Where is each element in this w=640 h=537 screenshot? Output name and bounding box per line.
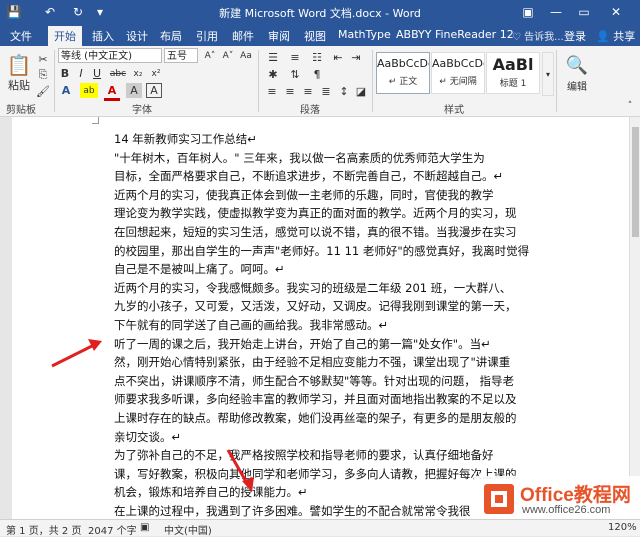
align-right-icon[interactable]: ≡: [300, 84, 316, 99]
paragraph-group-label: 段落: [300, 105, 320, 116]
title-bar: 💾 ↶ ↻ ▾ 新建 Microsoft Word 文档.docx - Word…: [0, 0, 640, 24]
group-divider: [372, 50, 373, 112]
tab-layout[interactable]: 布局: [160, 28, 182, 44]
copy-icon[interactable]: ⎘: [36, 68, 50, 82]
ribbon-home: 📋 粘贴 ✂ ⎘ 🖌 剪贴板 等线 (中文正文) 五号 A˄ A˅ Aa B I…: [0, 46, 640, 117]
bold-button[interactable]: B: [58, 66, 72, 81]
share-button[interactable]: 👤 共享: [596, 28, 635, 44]
tab-view[interactable]: 视图: [304, 28, 326, 44]
login-link[interactable]: 登录: [564, 28, 586, 44]
clipboard-group-label: 剪贴板: [6, 105, 36, 116]
tab-mailings[interactable]: 邮件: [232, 28, 254, 44]
char-shading-button[interactable]: A: [126, 83, 142, 98]
italic-button[interactable]: I: [74, 66, 88, 81]
style-name: ↵ 正文: [388, 77, 418, 87]
sort-icon[interactable]: ⇅: [286, 67, 304, 82]
subscript-button[interactable]: x₂: [130, 66, 146, 81]
editing-icon[interactable]: 🔍: [562, 52, 592, 78]
numbering-icon[interactable]: ≡: [286, 50, 304, 65]
watermark-url: www.office26.com: [522, 504, 611, 516]
styles-group-label: 样式: [444, 105, 464, 116]
arrow-icon: [226, 449, 254, 492]
vertical-scrollbar[interactable]: [629, 117, 640, 519]
ribbon-tabs: 文件 开始 插入 设计 布局 引用 邮件 审阅 视图 MathType ABBY…: [0, 24, 640, 46]
tab-home[interactable]: 开始: [48, 26, 82, 46]
tab-abbyy[interactable]: ABBYY FineReader 12: [396, 28, 514, 41]
style-name: 标题 1: [499, 79, 527, 89]
styles-more-icon[interactable]: ▾: [542, 52, 554, 96]
tab-insert[interactable]: 插入: [92, 28, 114, 44]
tab-review[interactable]: 审阅: [268, 28, 290, 44]
format-painter-icon[interactable]: 🖌: [36, 84, 50, 98]
tab-references[interactable]: 引用: [196, 28, 218, 44]
chinese-layout-icon[interactable]: ✱: [264, 67, 282, 82]
style-normal[interactable]: AaBbCcDd ↵ 正文: [376, 52, 430, 94]
align-center-icon[interactable]: ≡: [282, 84, 298, 99]
document-area: 14 年新教师实习工作总结↵ "十年树木，百年树人。" 三年来，我以做一名高素质的…: [0, 117, 629, 519]
justify-icon[interactable]: ≣: [318, 84, 334, 99]
grow-font-button[interactable]: A˄: [202, 48, 218, 63]
text-effects-button[interactable]: A: [58, 83, 74, 98]
watermark-logo: Office教程网 www.office26.com: [474, 476, 640, 524]
char-border-button[interactable]: A: [146, 83, 162, 98]
paste-icon[interactable]: 📋: [6, 52, 32, 78]
font-group-label: 字体: [132, 105, 152, 116]
tell-me-box[interactable]: ♡ 告诉我...: [512, 28, 564, 43]
office-logo-icon: [484, 484, 514, 514]
group-divider: [556, 50, 557, 112]
group-divider: [258, 50, 259, 112]
ribbon-display-icon[interactable]: ▣: [516, 0, 540, 24]
change-case-button[interactable]: Aa: [238, 48, 254, 63]
font-color-button[interactable]: A: [104, 83, 120, 101]
scrollbar-thumb[interactable]: [632, 127, 639, 237]
zoom-level[interactable]: 120%: [608, 522, 637, 533]
underline-button[interactable]: U: [90, 66, 104, 81]
shading-icon[interactable]: ◪: [354, 84, 368, 99]
group-divider: [54, 50, 55, 112]
bullets-icon[interactable]: ☰: [264, 50, 282, 65]
multilevel-list-icon[interactable]: ☷: [308, 50, 326, 65]
superscript-button[interactable]: x²: [148, 66, 164, 81]
shrink-font-button[interactable]: A˅: [220, 48, 236, 63]
style-sample: AaBbCcDd: [377, 57, 429, 70]
tab-design[interactable]: 设计: [126, 28, 148, 44]
decrease-indent-icon[interactable]: ⇤: [330, 50, 346, 65]
style-sample: AaBbCcDd: [432, 57, 484, 70]
close-button[interactable]: ✕: [604, 0, 628, 24]
cut-icon[interactable]: ✂: [36, 52, 50, 66]
tab-file[interactable]: 文件: [10, 28, 32, 44]
minimize-button[interactable]: —: [544, 0, 568, 24]
proofing-icon[interactable]: ▣: [140, 522, 149, 533]
style-heading-1[interactable]: AaBl 标题 1: [486, 52, 540, 94]
restore-button[interactable]: ▭: [572, 0, 596, 24]
highlight-button[interactable]: ab: [80, 83, 98, 98]
style-no-spacing[interactable]: AaBbCcDd ↵ 无间隔: [431, 52, 485, 94]
increase-indent-icon[interactable]: ⇥: [348, 50, 364, 65]
annotation-arrows: [51, 339, 254, 492]
status-bar: 第 1 页，共 2 页 2047 个字 ▣ 中文(中国) 120%: [0, 519, 640, 537]
font-name-select[interactable]: 等线 (中文正文): [58, 48, 162, 63]
watermark-site-name: Office教程网: [520, 485, 631, 506]
paste-button[interactable]: 粘贴: [6, 78, 32, 92]
style-sample: AaBl: [492, 55, 534, 74]
tab-mathtype[interactable]: MathType: [338, 28, 391, 41]
collapse-ribbon-icon[interactable]: ˄: [624, 100, 636, 112]
align-left-icon[interactable]: ≡: [264, 84, 280, 99]
arrow-icon: [51, 339, 102, 368]
show-marks-icon[interactable]: ¶: [308, 67, 326, 82]
font-size-select[interactable]: 五号: [164, 48, 198, 63]
strikethrough-button[interactable]: abc: [108, 66, 128, 81]
style-name: ↵ 无间隔: [439, 77, 477, 87]
editing-button[interactable]: 编辑: [560, 78, 594, 93]
line-spacing-icon[interactable]: ↕: [336, 84, 352, 99]
